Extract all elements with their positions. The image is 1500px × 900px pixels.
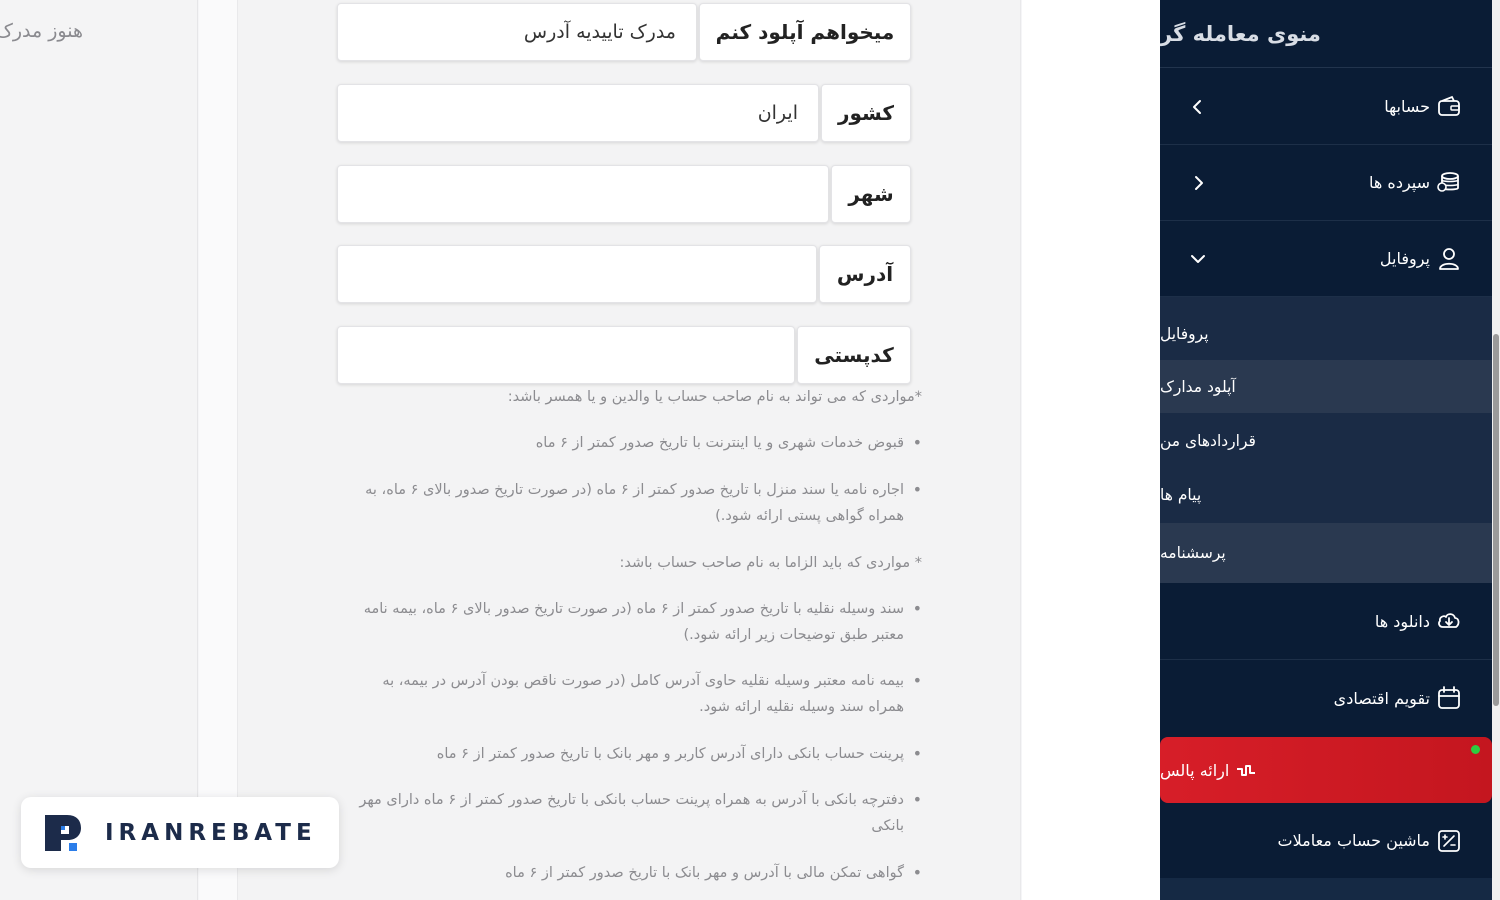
notes-heading-2: * مواردی که باید الزاما به نام صاحب حساب…: [619, 555, 922, 571]
sidebar-title: منوی معامله گر: [1160, 0, 1492, 68]
list-item: دفترچه بانکی با آدرس به همراه پرینت حساب…: [350, 787, 922, 839]
scrollbar-thumb[interactable]: [1493, 334, 1499, 706]
sidebar-item-calendar[interactable]: تقویم اقتصادی: [1160, 660, 1492, 736]
address-field[interactable]: [337, 245, 817, 303]
submenu-item-upload-docs[interactable]: آپلود مدارک: [1160, 360, 1492, 413]
sidebar-item-deposits[interactable]: سپرده ها: [1160, 145, 1492, 221]
city-row: شهر: [337, 165, 911, 223]
list-item: بیمه نامه معتبر وسیله نقلیه حاوی آدرس کا…: [350, 668, 922, 720]
upload-type-label: میخواهم آپلود کنم: [699, 3, 911, 61]
submenu-item-messages[interactable]: پیام ها: [1160, 468, 1492, 521]
sidebar-item-trade-calculator[interactable]: ماشین حساب معاملات: [1160, 803, 1492, 878]
document-status-text: هنوز مدرک: [0, 20, 83, 42]
logo-wordmark: IRANREBATE: [105, 819, 317, 846]
profile-submenu: پروفایل آپلود مدارک قراردادهای من پیام ه…: [1160, 297, 1492, 583]
left-panel: هنوز مدرک: [0, 0, 198, 900]
sidebar-item-label: پروفایل: [1379, 249, 1430, 268]
user-icon: [1439, 247, 1459, 270]
list-item: قبوض خدمات شهری و یا اینترنت با تاریخ صد…: [350, 430, 922, 456]
submenu-item-profile[interactable]: پروفایل: [1160, 307, 1492, 360]
trader-sidebar: منوی معامله گر حسابها سپرده ها پروفایل پ…: [1160, 0, 1492, 900]
cloud-download-icon: [1438, 613, 1460, 628]
list-item: اجاره نامه یا سند منزل با تاریخ صدور کمت…: [350, 477, 922, 529]
iranrebate-logo-badge: IRANREBATE: [21, 797, 339, 868]
country-row: کشور ایران: [337, 84, 911, 142]
sidebar-item-accounts[interactable]: حسابها: [1160, 69, 1492, 145]
submenu-item-contracts[interactable]: قراردادهای من: [1160, 414, 1492, 467]
calculator-icon: [1438, 829, 1460, 852]
upload-type-row: میخواهم آپلود کنم مدرک تاییدیه آدرس: [337, 3, 911, 61]
chevron-left-icon: [1195, 175, 1203, 190]
list-item: سند وسیله نقلیه با تاریخ صدور کمتر از ۶ …: [350, 596, 922, 648]
upload-type-select[interactable]: مدرک تاییدیه آدرس: [337, 3, 697, 61]
calendar-icon: [1438, 686, 1460, 709]
coins-icon: [1437, 171, 1459, 192]
sidebar-item-label: حسابها: [1384, 97, 1430, 116]
sidebar-item-pulse[interactable]: ارائه پالس: [1160, 737, 1492, 803]
city-label: شهر: [831, 165, 911, 223]
wallet-icon: [1438, 95, 1460, 116]
list-item: پرینت حساب بانکی دارای آدرس کاربر و مهر …: [350, 741, 922, 767]
sidebar-item-label: ارائه پالس: [1160, 760, 1230, 780]
notes-heading-1: *مواردی که می تواند به نام صاحب حساب یا …: [507, 389, 922, 405]
column-gap: [199, 0, 237, 900]
page-scrollbar[interactable]: [1492, 0, 1500, 900]
content-gap: [1022, 0, 1160, 900]
chevron-left-icon: [1193, 99, 1201, 114]
sidebar-item-label: سپرده ها: [1369, 173, 1430, 192]
address-label: آدرس: [819, 245, 911, 303]
submenu-item-questionnaire[interactable]: پرسشنامه: [1160, 523, 1492, 583]
sidebar-item-profile[interactable]: پروفایل: [1160, 221, 1492, 297]
chevron-down-icon: [1191, 254, 1205, 263]
postal-row: کدپستی: [337, 326, 911, 384]
sidebar-item-label: تقویم اقتصادی: [1333, 688, 1430, 708]
sidebar-item-downloads[interactable]: دانلود ها: [1160, 583, 1492, 660]
postal-label: کدپستی: [797, 326, 911, 384]
list-item: گواهی تمکن مالی با آدرس و مهر بانک با تا…: [350, 860, 922, 886]
sidebar-item-label: ماشین حساب معاملات: [1277, 831, 1430, 850]
city-field[interactable]: [337, 165, 829, 223]
sidebar-item-label: دانلود ها: [1374, 611, 1430, 631]
sidebar-footer: [1160, 878, 1492, 900]
iranrebate-logo-icon: [45, 814, 81, 851]
postal-field[interactable]: [337, 326, 795, 384]
address-row: آدرس: [337, 245, 911, 303]
country-field[interactable]: ایران: [337, 84, 819, 142]
country-label: کشور: [821, 84, 911, 142]
pulse-icon: [1237, 765, 1256, 776]
online-status-dot: [1471, 745, 1480, 754]
